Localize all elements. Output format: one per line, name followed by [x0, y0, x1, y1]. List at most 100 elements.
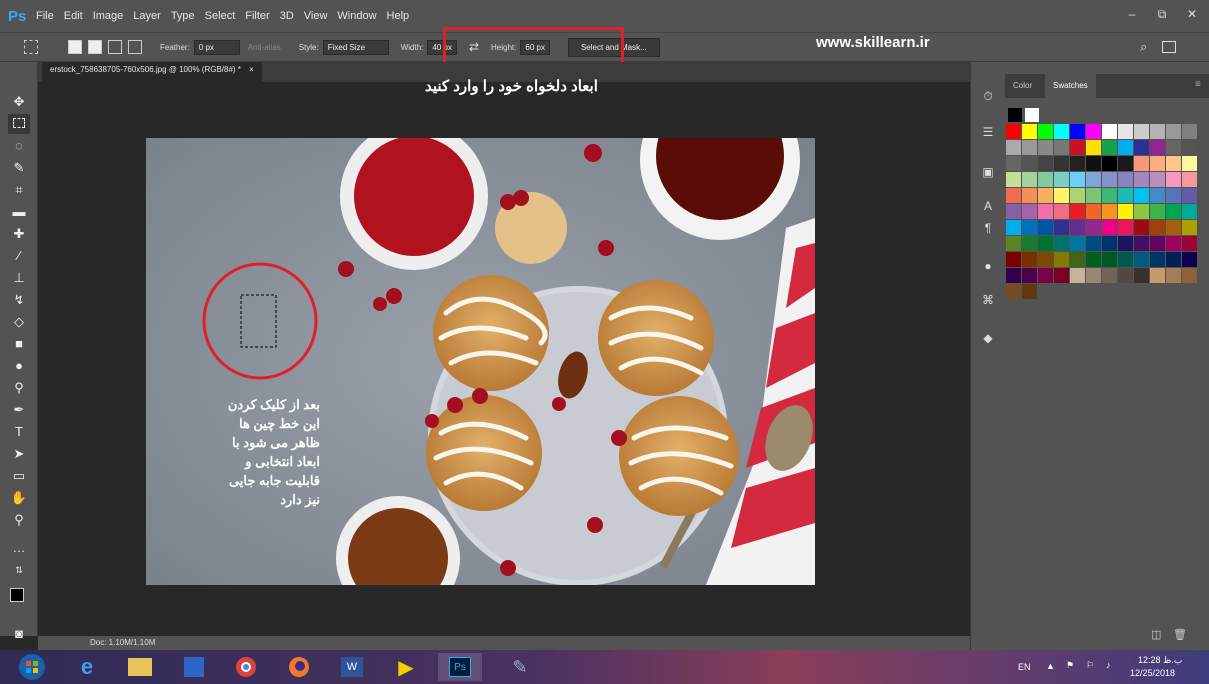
- minimize-button[interactable]: –: [1117, 4, 1147, 24]
- clock-date[interactable]: 12/25/2018: [1130, 668, 1175, 678]
- color-swatch[interactable]: [1134, 140, 1149, 155]
- color-swatch[interactable]: [1166, 220, 1181, 235]
- color-swatch[interactable]: [1070, 172, 1085, 187]
- foreground-color-swatch[interactable]: [10, 588, 24, 602]
- volume-icon[interactable]: ♪: [1106, 660, 1111, 670]
- color-swatch[interactable]: [1086, 268, 1101, 283]
- spot-healing-tool-icon[interactable]: ✚: [8, 224, 30, 244]
- color-swatch[interactable]: [1102, 124, 1117, 139]
- color-swatch[interactable]: [1150, 140, 1165, 155]
- color-swatch[interactable]: [1150, 172, 1165, 187]
- color-swatch[interactable]: [1054, 188, 1069, 203]
- color-swatch[interactable]: [1102, 236, 1117, 251]
- menu-edit[interactable]: Edit: [64, 10, 83, 22]
- color-swatch[interactable]: [1086, 220, 1101, 235]
- color-swatch[interactable]: [1118, 220, 1133, 235]
- color-swatch[interactable]: [1182, 204, 1197, 219]
- color-swatch[interactable]: [1134, 172, 1149, 187]
- delete-swatch-icon[interactable]: 🗑: [1173, 628, 1187, 641]
- clone-stamp-tool-icon[interactable]: ⊥: [8, 268, 30, 288]
- color-swatch[interactable]: [1166, 140, 1181, 155]
- color-swatch[interactable]: [1102, 204, 1117, 219]
- brush-tool-icon[interactable]: ∕: [8, 246, 30, 266]
- color-swatch[interactable]: [1022, 236, 1037, 251]
- color-swatch[interactable]: [1182, 220, 1197, 235]
- libraries-panel-icon[interactable]: ▣: [977, 162, 999, 182]
- color-swatch[interactable]: [1038, 236, 1053, 251]
- color-swatch[interactable]: [1086, 252, 1101, 267]
- menu-3d[interactable]: 3D: [280, 10, 294, 22]
- color-swatch[interactable]: [1102, 220, 1117, 235]
- color-swatch[interactable]: [1038, 268, 1053, 283]
- color-swatch[interactable]: [1134, 252, 1149, 267]
- color-swatch[interactable]: [1150, 204, 1165, 219]
- color-swatch[interactable]: [1150, 124, 1165, 139]
- network-icon[interactable]: ⚑: [1066, 660, 1074, 671]
- path-selection-tool-icon[interactable]: ➤: [8, 444, 30, 464]
- color-swatch[interactable]: [1070, 188, 1085, 203]
- color-swatch[interactable]: [1006, 236, 1021, 251]
- dodge-tool-icon[interactable]: ⚲: [8, 378, 30, 398]
- color-swatch[interactable]: [1070, 268, 1085, 283]
- color-swatch[interactable]: [1006, 252, 1021, 267]
- color-swatch[interactable]: [1150, 188, 1165, 203]
- color-swatch[interactable]: [1070, 236, 1085, 251]
- action-center-icon[interactable]: ⚐: [1086, 660, 1094, 671]
- color-swatch[interactable]: [1054, 268, 1069, 283]
- lasso-tool-icon[interactable]: ◌: [8, 136, 30, 156]
- antialias-checkbox[interactable]: Anti-alias: [248, 43, 281, 52]
- more-tools-icon[interactable]: …: [8, 538, 30, 558]
- color-swatch[interactable]: [1134, 220, 1149, 235]
- intersect-selection-icon[interactable]: [128, 40, 142, 54]
- recent-swatch[interactable]: [1008, 108, 1022, 122]
- style-select[interactable]: Fixed Size: [322, 39, 389, 55]
- paint-icon[interactable]: ✎: [498, 653, 542, 681]
- color-swatch[interactable]: [1054, 172, 1069, 187]
- hand-tool-icon[interactable]: ✋: [8, 488, 30, 508]
- color-swatch[interactable]: [1118, 268, 1133, 283]
- color-swatch[interactable]: [1150, 268, 1165, 283]
- color-swatch[interactable]: [1118, 156, 1133, 171]
- color-swatch[interactable]: [1086, 124, 1101, 139]
- color-swatch[interactable]: [1118, 204, 1133, 219]
- start-button[interactable]: [10, 653, 54, 681]
- color-swatch[interactable]: [1102, 188, 1117, 203]
- color-swatch[interactable]: [1182, 124, 1197, 139]
- color-swatch[interactable]: [1006, 284, 1021, 299]
- color-swatch[interactable]: [1054, 156, 1069, 171]
- color-swatch[interactable]: [1102, 252, 1117, 267]
- color-swatch[interactable]: [1086, 140, 1101, 155]
- chrome-icon[interactable]: [224, 653, 268, 681]
- color-swatch[interactable]: [1166, 188, 1181, 203]
- color-swatch[interactable]: [1134, 188, 1149, 203]
- color-swatch[interactable]: [1054, 124, 1069, 139]
- color-swatch[interactable]: [1006, 140, 1021, 155]
- color-swatch[interactable]: [1038, 124, 1053, 139]
- gradient-tool-icon[interactable]: ■: [8, 334, 30, 354]
- color-swatch[interactable]: [1134, 124, 1149, 139]
- color-swatch[interactable]: [1022, 284, 1037, 299]
- color-swatch[interactable]: [1086, 156, 1101, 171]
- color-swatch[interactable]: [1166, 236, 1181, 251]
- color-swatch[interactable]: [1150, 220, 1165, 235]
- color-swatch[interactable]: [1182, 252, 1197, 267]
- menu-layer[interactable]: Layer: [133, 10, 161, 22]
- menu-image[interactable]: Image: [93, 10, 124, 22]
- color-swatch[interactable]: [1166, 156, 1181, 171]
- color-swatch[interactable]: [1182, 172, 1197, 187]
- rectangular-marquee-tool-icon[interactable]: [8, 114, 30, 134]
- menu-file[interactable]: File: [36, 10, 54, 22]
- layers-panel-icon[interactable]: ◆: [977, 328, 999, 348]
- tab-swatches[interactable]: Swatches: [1045, 74, 1096, 98]
- color-swatch[interactable]: [1086, 204, 1101, 219]
- color-swatch[interactable]: [1182, 236, 1197, 251]
- color-swatch[interactable]: [1182, 140, 1197, 155]
- color-swatch[interactable]: [1070, 220, 1085, 235]
- color-swatch[interactable]: [1022, 124, 1037, 139]
- history-panel-icon[interactable]: ⏱: [977, 86, 999, 106]
- color-swatch[interactable]: [1022, 140, 1037, 155]
- color-swatch[interactable]: [1038, 220, 1053, 235]
- tab-close-icon[interactable]: ×: [249, 65, 254, 74]
- color-swatch[interactable]: [1102, 140, 1117, 155]
- color-swatch[interactable]: [1086, 188, 1101, 203]
